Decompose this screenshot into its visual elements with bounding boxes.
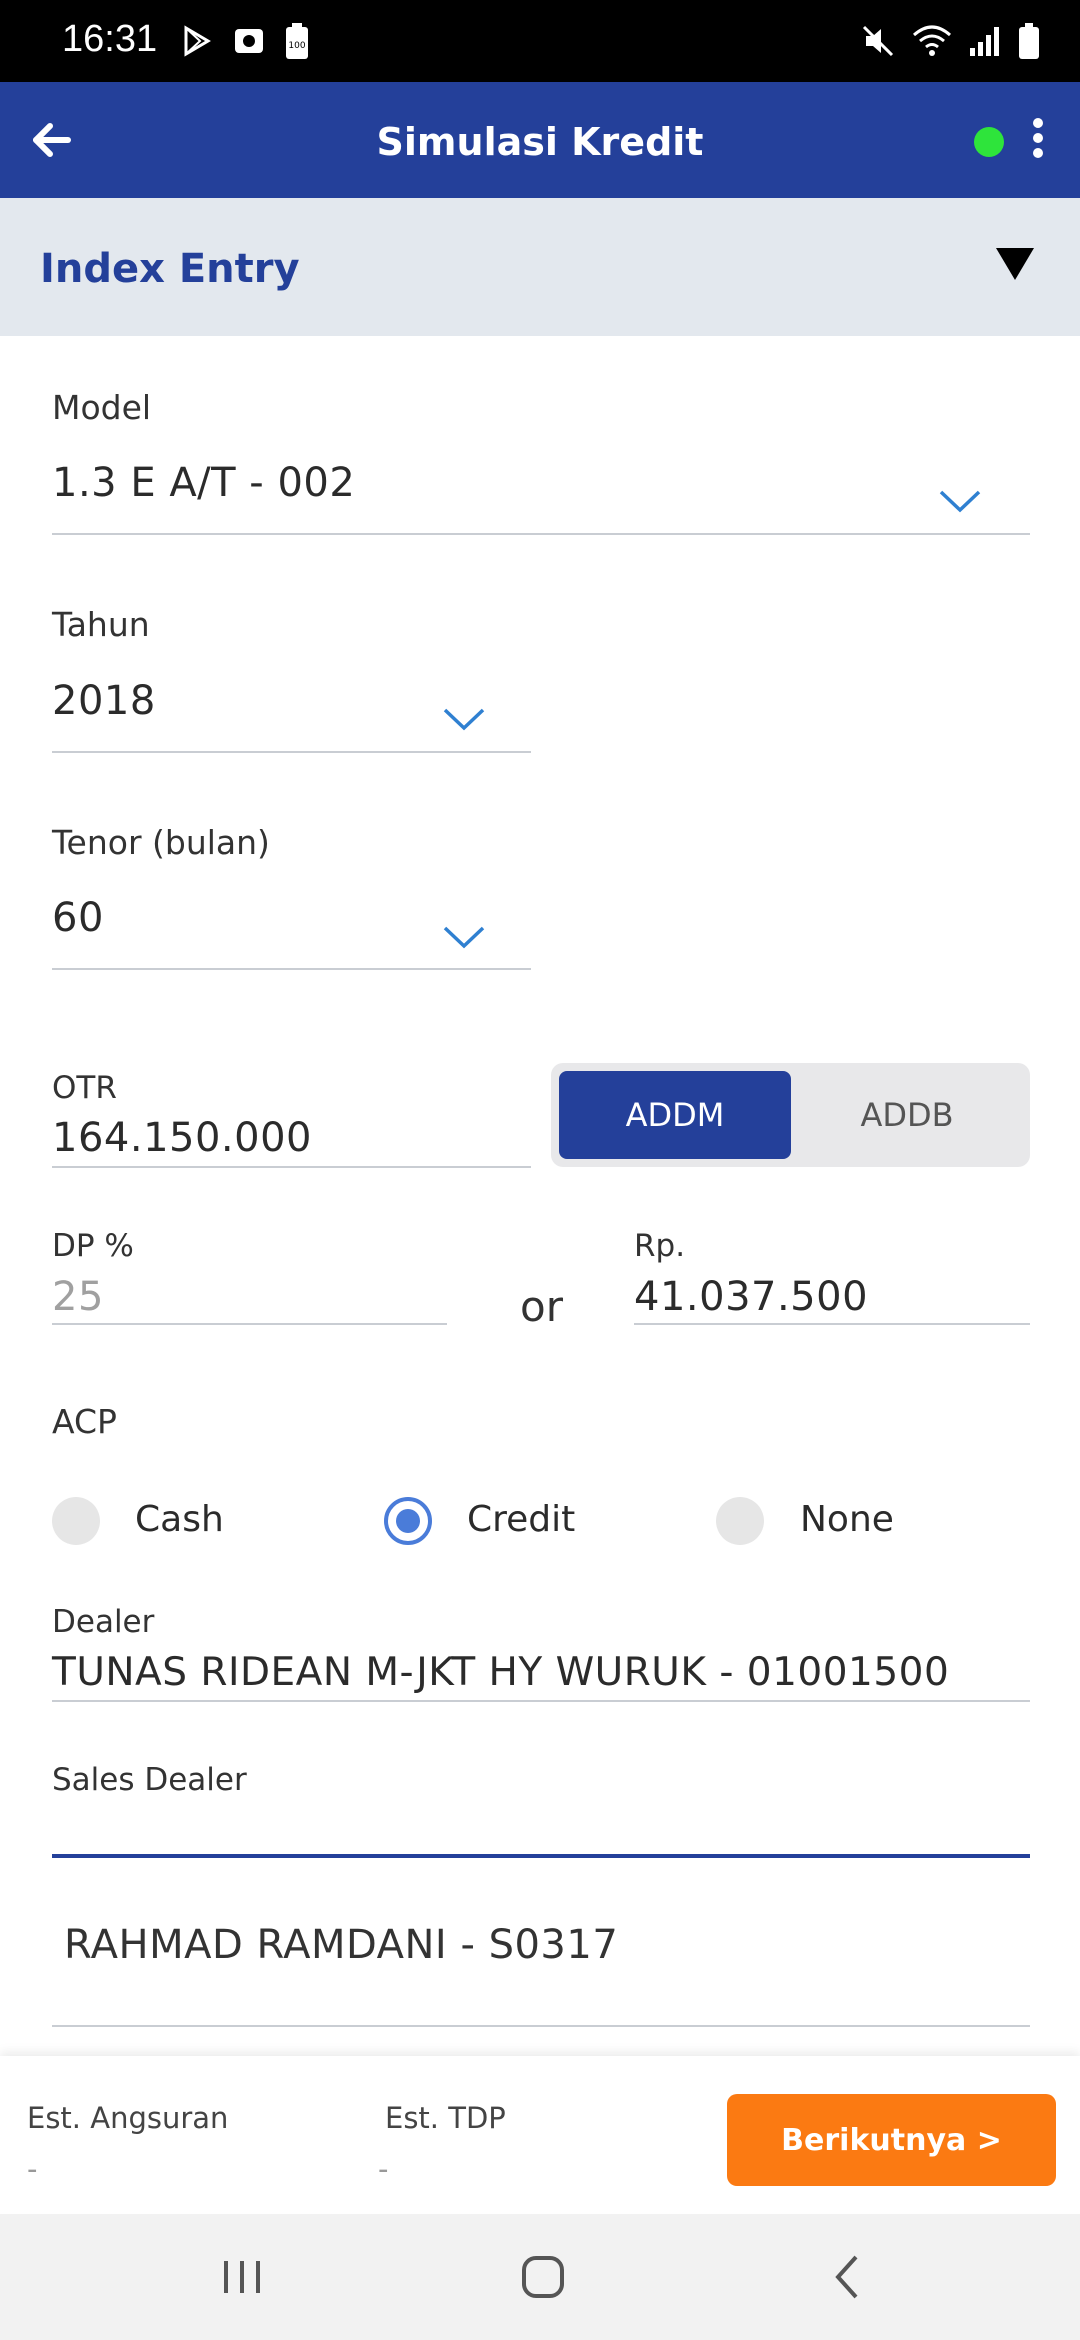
- or-text: or: [520, 1282, 563, 1331]
- collapse-triangle-icon[interactable]: [996, 248, 1034, 280]
- app-bar: Simulasi Kredit: [0, 82, 1080, 198]
- tenor-underline: [52, 968, 531, 970]
- chevron-down-icon[interactable]: [938, 488, 982, 514]
- status-left-icons: 100: [180, 22, 310, 60]
- svg-text:100: 100: [288, 41, 305, 51]
- dealer-input[interactable]: TUNAS RIDEAN M-JKT HY WURUK - 01001500: [52, 1650, 949, 1695]
- recent-apps-button[interactable]: [207, 2244, 277, 2310]
- acp-credit-radio[interactable]: [384, 1497, 432, 1545]
- recent-apps-icon: [224, 2261, 260, 2293]
- play-store-icon: [180, 24, 214, 58]
- chevron-left-icon: [835, 2255, 858, 2299]
- tahun-select[interactable]: 2018: [52, 678, 156, 724]
- acp-none-label[interactable]: None: [800, 1499, 894, 1540]
- more-vert-icon: [1033, 118, 1043, 128]
- bottom-summary-bar: Est. Angsuran - Est. TDP - Berikutnya >: [0, 2056, 1080, 2214]
- battery-saver-icon: 100: [284, 22, 310, 60]
- wifi-icon: [912, 23, 952, 59]
- tahun-label: Tahun: [52, 605, 150, 644]
- mute-icon: [860, 23, 896, 59]
- acp-none-radio[interactable]: [716, 1497, 764, 1545]
- dp-rp-input[interactable]: 41.037.500: [634, 1274, 868, 1320]
- addm-addb-toggle: ADDM ADDB: [551, 1063, 1030, 1167]
- signal-icon: [968, 24, 1002, 58]
- sales-dealer-input[interactable]: [52, 1800, 1030, 1852]
- otr-label: OTR: [52, 1070, 117, 1106]
- est-angsuran-value: -: [27, 2152, 38, 2186]
- tenor-label: Tenor (bulan): [52, 823, 270, 862]
- dp-percent-label: DP %: [52, 1228, 134, 1264]
- acp-credit-label[interactable]: Credit: [467, 1499, 575, 1540]
- page-title: Simulasi Kredit: [376, 120, 704, 164]
- dealer-label: Dealer: [52, 1604, 155, 1640]
- model-underline: [52, 533, 1030, 535]
- status-bar: 16:31 100: [0, 0, 1080, 82]
- sales-dealer-label: Sales Dealer: [52, 1762, 247, 1798]
- section-title: Index Entry: [40, 246, 300, 292]
- dp-rp-label: Rp.: [634, 1228, 686, 1264]
- system-nav-bar: [0, 2214, 1080, 2340]
- dp-percent-underline: [52, 1323, 447, 1325]
- home-button[interactable]: [508, 2244, 578, 2310]
- tenor-select[interactable]: 60: [52, 895, 104, 941]
- home-icon: [522, 2256, 564, 2298]
- acp-cash-label[interactable]: Cash: [135, 1499, 224, 1540]
- otr-underline: [52, 1166, 531, 1168]
- est-tdp-value: -: [378, 2152, 389, 2186]
- battery-icon: [1018, 22, 1040, 60]
- sales-dealer-focus-underline: [52, 1854, 1030, 1858]
- chevron-down-icon[interactable]: [442, 924, 486, 950]
- dealer-underline: [52, 1700, 1030, 1702]
- addm-button[interactable]: ADDM: [559, 1071, 791, 1159]
- addb-button[interactable]: ADDB: [791, 1071, 1023, 1159]
- status-right-icons: [860, 22, 1040, 60]
- next-button[interactable]: Berikutnya >: [727, 2094, 1056, 2186]
- acp-cash-radio[interactable]: [52, 1497, 100, 1545]
- index-entry-section-header[interactable]: Index Entry: [0, 198, 1080, 336]
- est-tdp-label: Est. TDP: [385, 2101, 506, 2135]
- chevron-down-icon[interactable]: [442, 706, 486, 732]
- model-select[interactable]: 1.3 E A/T - 002: [52, 460, 355, 506]
- est-angsuran-label: Est. Angsuran: [27, 2101, 229, 2135]
- status-time: 16:31: [62, 18, 158, 60]
- system-back-button[interactable]: [812, 2244, 882, 2310]
- tahun-underline: [52, 751, 531, 753]
- suggestion-divider: [52, 2025, 1030, 2027]
- model-label: Model: [52, 388, 152, 427]
- dp-rp-underline: [634, 1323, 1030, 1325]
- acp-label: ACP: [52, 1402, 117, 1441]
- camera-app-icon: [232, 24, 266, 58]
- sales-dealer-suggestion-item[interactable]: RAHMAD RAMDANI - S0317: [64, 1922, 618, 1968]
- dp-percent-input[interactable]: 25: [52, 1274, 104, 1320]
- otr-input[interactable]: 164.150.000: [52, 1115, 312, 1161]
- more-options-button[interactable]: [1028, 118, 1048, 164]
- online-status-dot: [974, 127, 1004, 157]
